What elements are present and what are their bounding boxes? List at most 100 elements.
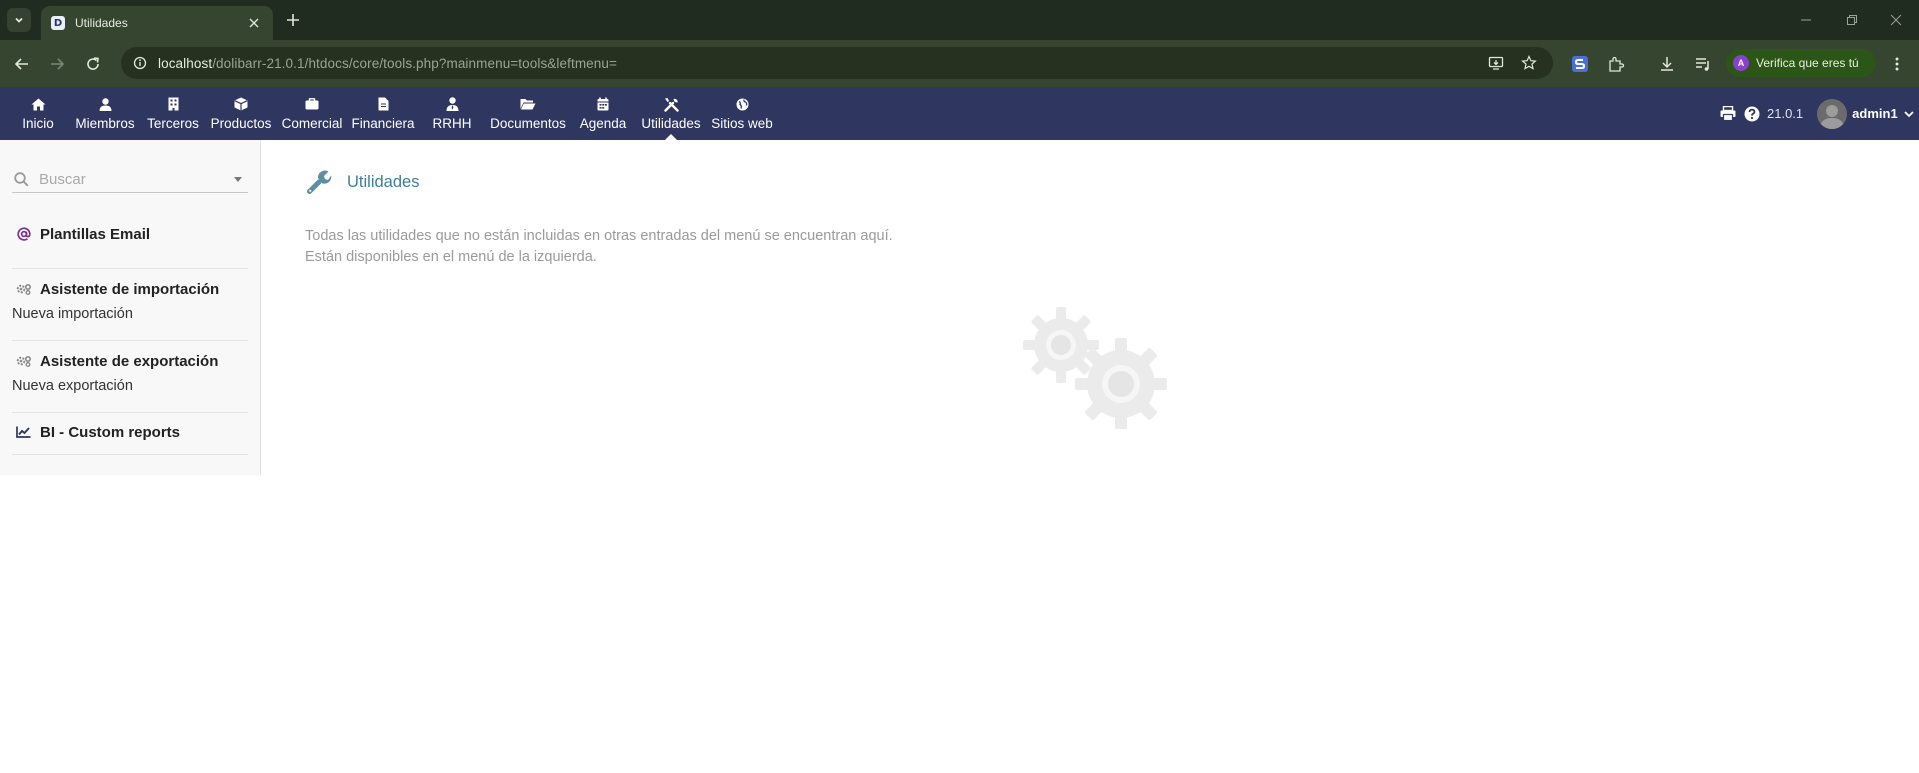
search-input[interactable]: Buscar [39, 171, 234, 188]
page-description: Todas las utilidades que no están inclui… [305, 226, 893, 268]
extensions-puzzle-icon[interactable] [1605, 53, 1627, 75]
close-window-button[interactable] [1884, 10, 1908, 30]
dolibarr-top-menu: Inicio Miembros Terceros Productos Comer… [0, 87, 1919, 140]
menu-label: Agenda [579, 116, 627, 131]
tab-close-button[interactable] [245, 14, 263, 32]
chevron-down-icon [15, 17, 23, 23]
minimize-button[interactable] [1794, 10, 1818, 30]
left-menu-section-bi: BI - Custom reports [12, 413, 248, 455]
user-name[interactable]: admin1 [1852, 106, 1898, 121]
profile-verify-button[interactable]: A Verifica que eres tú [1726, 49, 1876, 77]
left-menu-title[interactable]: BI - Custom reports [12, 421, 248, 443]
extension-s-icon[interactable] [1569, 53, 1591, 75]
forward-button[interactable] [44, 51, 70, 77]
user-avatar[interactable] [1817, 98, 1848, 129]
bookmark-star-icon[interactable] [1519, 53, 1539, 73]
search-icon [14, 172, 29, 187]
globe-icon [734, 96, 750, 112]
new-tab-button[interactable] [281, 8, 305, 32]
restore-button[interactable] [1840, 10, 1864, 30]
url-path: /dolibarr-21.0.1/htdocs/core/tools.php?m… [212, 55, 617, 71]
site-info-icon[interactable] [130, 53, 150, 73]
menu-comercial[interactable]: Comercial [282, 87, 342, 140]
close-window-icon [1890, 14, 1902, 26]
menu-label: Terceros [147, 116, 199, 131]
page-header: Utilidades [305, 167, 419, 197]
left-menu-section-exportacion: Asistente de exportación Nueva exportaci… [12, 341, 248, 413]
left-menu-title[interactable]: Plantillas Email [12, 223, 248, 245]
left-menu-section-plantillas: Plantillas Email [12, 223, 248, 269]
install-app-icon[interactable] [1486, 53, 1506, 73]
arrow-right-icon [51, 58, 65, 70]
minimize-icon [1801, 19, 1811, 21]
media-queue-icon[interactable] [1692, 53, 1714, 75]
wrench-icon [305, 168, 333, 196]
menu-utilidades[interactable]: Utilidades [640, 87, 702, 140]
menu-agenda[interactable]: Agenda [578, 87, 628, 140]
print-icon[interactable] [1720, 106, 1736, 122]
reload-icon [87, 57, 99, 70]
menu-label: Productos [210, 116, 272, 131]
tab-title: Utilidades [75, 16, 128, 30]
menu-miembros[interactable]: Miembros [72, 87, 138, 140]
chart-line-icon [15, 424, 32, 441]
help-icon[interactable] [1744, 106, 1760, 122]
back-button[interactable] [9, 51, 35, 77]
url-host: localhost [158, 55, 213, 71]
browser-toolbar: localhost/dolibarr-21.0.1/htdocs/core/to… [0, 40, 1919, 87]
menu-label: Documentos [490, 116, 566, 131]
browser-menu-icon[interactable] [1886, 53, 1908, 75]
cube-icon [233, 96, 249, 112]
menu-terceros[interactable]: Terceros [146, 87, 200, 140]
menu-inicio[interactable]: Inicio [16, 87, 60, 140]
invoice-icon [375, 96, 391, 112]
arrow-left-icon [14, 58, 28, 70]
dolibarr-favicon-icon: D [51, 16, 65, 30]
profile-avatar: A [1733, 55, 1749, 71]
plus-icon [287, 14, 299, 26]
menu-documentos[interactable]: Documentos [489, 87, 567, 140]
tools-icon [663, 96, 679, 112]
menu-label: Inicio [22, 116, 54, 131]
close-icon [249, 18, 259, 28]
menu-productos[interactable]: Productos [210, 87, 272, 140]
user-icon [97, 96, 113, 112]
menu-rrhh[interactable]: RRHH [430, 87, 474, 140]
download-icon[interactable] [1656, 53, 1678, 75]
user-menu-chevron-icon[interactable] [1904, 110, 1914, 118]
verify-label: Verifica que eres tú [1756, 56, 1859, 70]
cogs-icon [15, 353, 32, 370]
at-icon [15, 226, 32, 243]
menu-label: RRHH [432, 116, 472, 131]
gears-illustration-icon [1021, 305, 1167, 429]
reload-button[interactable] [80, 51, 106, 77]
menu-search[interactable]: Buscar [12, 167, 248, 193]
menu-financiera[interactable]: Financiera [351, 87, 415, 140]
dolibarr-version: 21.0.1 [1767, 106, 1804, 121]
menu-sitios-web[interactable]: Sitios web [711, 87, 773, 140]
menu-label: Comercial [281, 116, 343, 131]
dropdown-caret-icon[interactable] [234, 177, 242, 182]
restore-icon [1847, 15, 1857, 25]
browser-tab-bar: D Utilidades [0, 0, 1919, 40]
left-menu-title[interactable]: Asistente de exportación [12, 350, 248, 372]
browser-tab-active[interactable]: D Utilidades [41, 6, 273, 40]
calendar-icon [595, 96, 611, 112]
left-menu-subitem[interactable]: Nueva importación [12, 306, 248, 326]
tab-search-button[interactable] [7, 8, 31, 32]
top-right-tools: 21.0.1 admin1 [1720, 87, 1914, 140]
left-menu-title-text: Plantillas Email [40, 225, 151, 243]
left-menu-subitem[interactable]: Nueva exportación [12, 378, 248, 398]
address-bar[interactable]: localhost/dolibarr-21.0.1/htdocs/core/to… [121, 47, 1553, 79]
left-menu-section-importacion: Asistente de importación Nueva importaci… [12, 269, 248, 341]
page-title: Utilidades [347, 172, 420, 191]
menu-label: Financiera [351, 116, 415, 131]
menu-label: Miembros [75, 116, 135, 131]
url-text: localhost/dolibarr-21.0.1/htdocs/core/to… [158, 56, 617, 71]
left-menu-title[interactable]: Asistente de importación [12, 278, 248, 300]
left-menu-title-text: Asistente de importación [40, 280, 220, 298]
description-line: Todas las utilidades que no están inclui… [305, 228, 893, 244]
folder-open-icon [520, 96, 536, 112]
user-tie-icon [444, 96, 460, 112]
left-menu: Buscar Plantillas Email Asistente de imp… [0, 140, 261, 475]
